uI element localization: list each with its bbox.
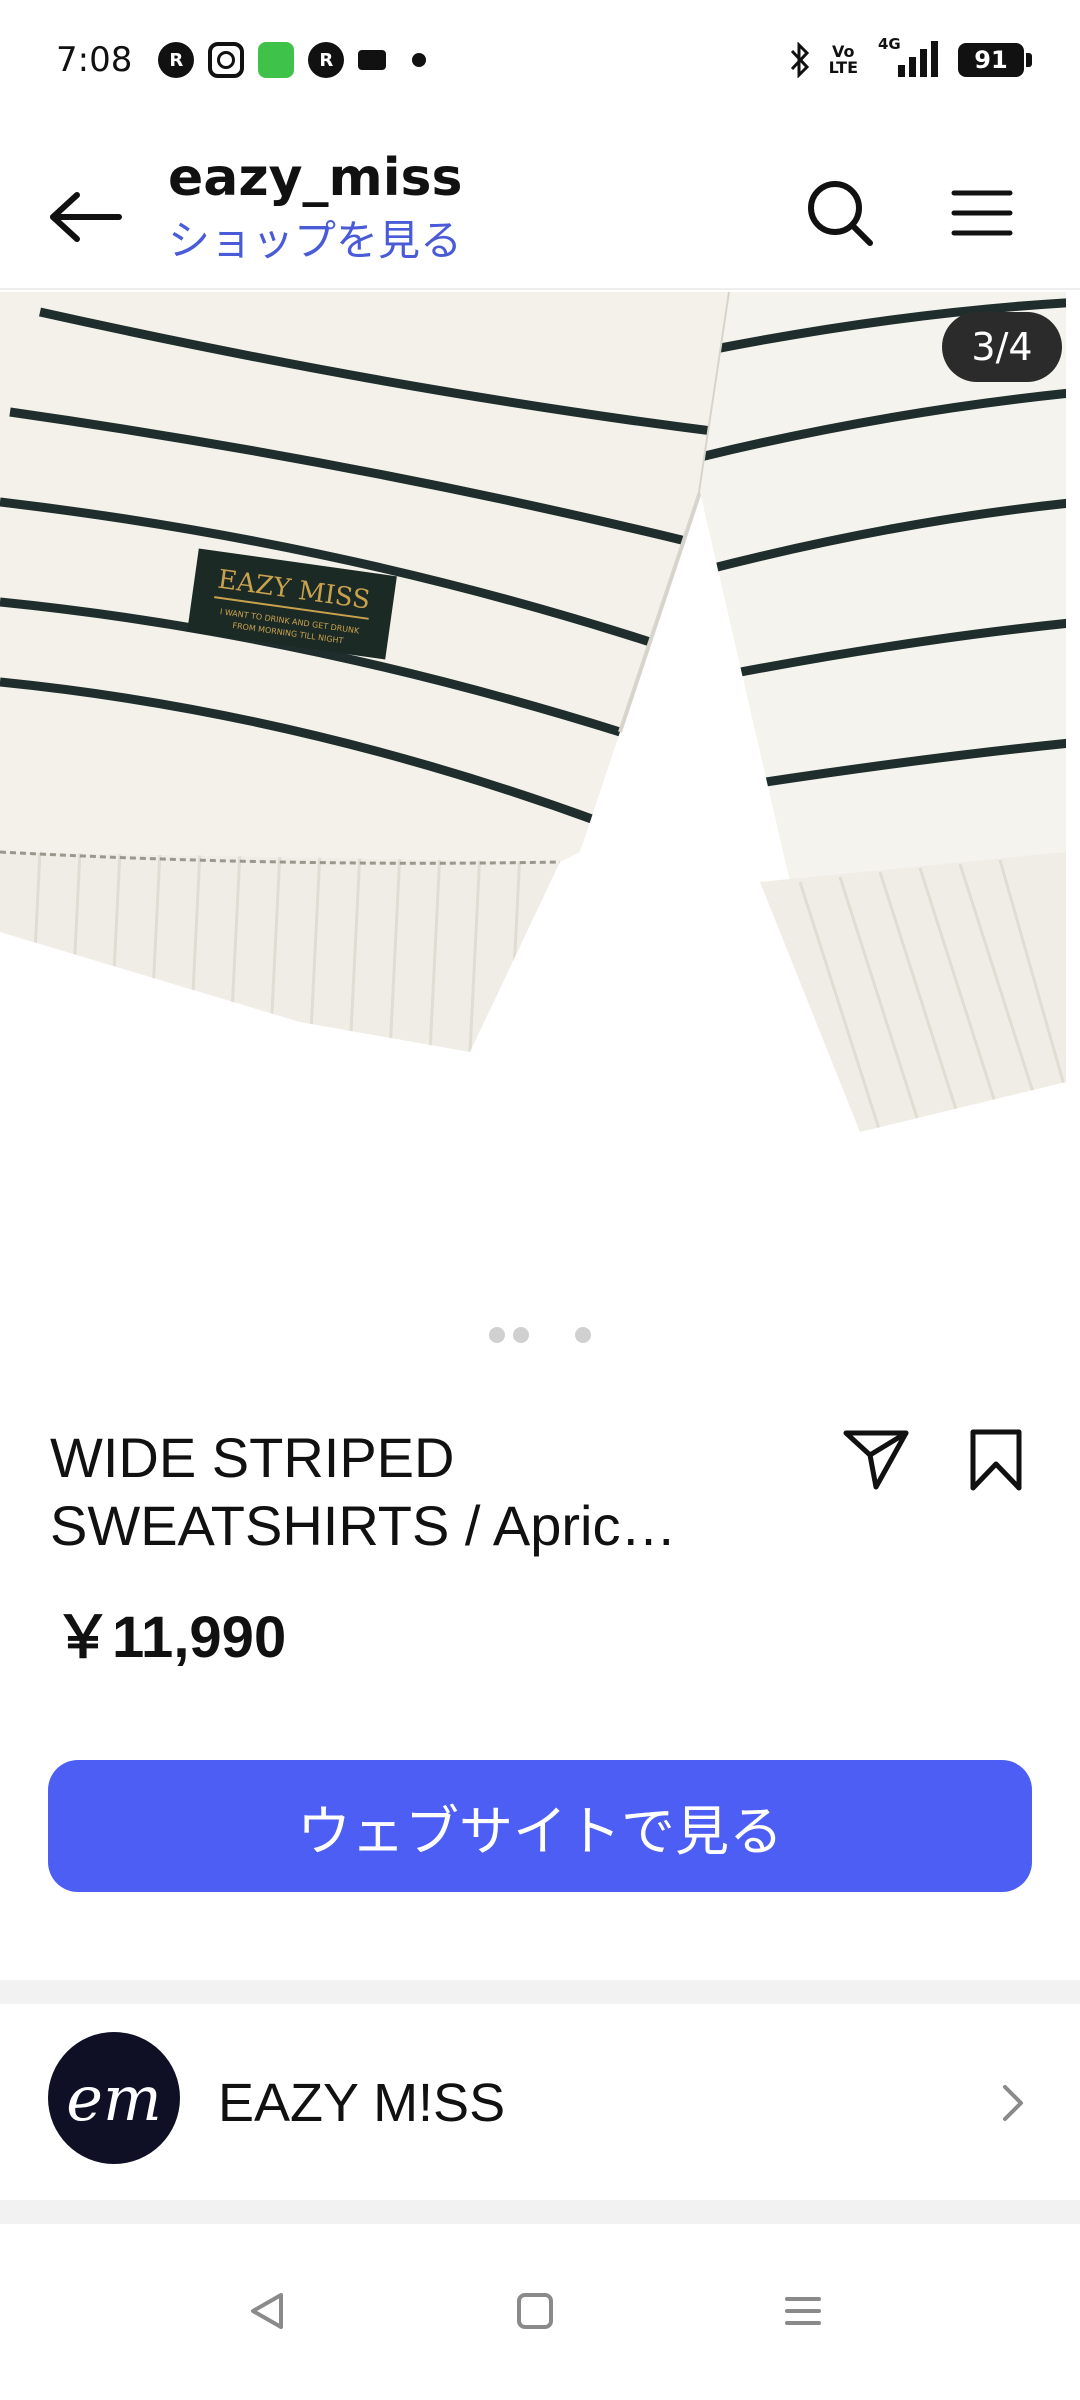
section-divider (0, 1980, 1080, 2004)
arrow-left-icon (50, 192, 122, 242)
section-divider (0, 2200, 1080, 2224)
shop-name: EAZY M!SS (218, 2073, 506, 2133)
product-image-carousel[interactable]: EAZY MISS I WANT TO DRINK AND GET DRUNK … (0, 292, 1080, 1292)
square-home-icon (517, 2293, 553, 2329)
bookmark-icon (970, 1429, 1022, 1491)
menu-button[interactable] (942, 168, 1022, 258)
account-name[interactable]: eazy_miss (168, 144, 462, 212)
pagination-dot (575, 1327, 591, 1343)
nav-home-button[interactable] (500, 2276, 570, 2346)
carousel-pagination (0, 1320, 1080, 1350)
chevron-right-icon (990, 2070, 1036, 2136)
rakuten-link-icon: R (158, 42, 195, 78)
account-block: eazy_miss ショップを見る (168, 144, 462, 270)
search-icon (808, 181, 873, 246)
status-indicators: Vo LTE 4G 91 (789, 35, 1032, 79)
network-type-label: 4G (878, 35, 901, 53)
paper-plane-icon (843, 1430, 909, 1490)
pagination-dot (513, 1327, 529, 1343)
instagram-icon (208, 42, 245, 78)
volte-label-bottom: LTE (828, 58, 858, 77)
product-price: ￥11,990 (54, 1605, 287, 1670)
pagination-dot (489, 1327, 505, 1343)
view-on-website-button[interactable]: ウェブサイトで見る (48, 1760, 1032, 1892)
share-button[interactable] (836, 1420, 916, 1500)
triangle-back-icon (251, 2293, 283, 2329)
bluetooth-icon (789, 42, 811, 78)
recents-menu-icon (785, 2297, 821, 2325)
status-time: 7:08 (56, 40, 133, 80)
nav-back-button[interactable] (232, 2276, 302, 2346)
shop-row[interactable]: em EAZY M!SS (0, 2004, 1080, 2200)
volte-indicator: Vo LTE (829, 44, 858, 76)
notification-icon (358, 50, 387, 70)
shop-avatar: em (48, 2032, 180, 2164)
system-navigation-bar (0, 2226, 1080, 2400)
save-button[interactable] (956, 1420, 1036, 1500)
nav-recents-button[interactable] (768, 2276, 838, 2346)
status-bar: 7:08 R R Vo LTE 4G 91 (0, 0, 1080, 120)
header: eazy_miss ショップを見る (0, 120, 1080, 290)
product-title: WIDE STRIPED SWEATSHIRTS / Apric… (50, 1426, 677, 1557)
signal-icon: 4G (876, 35, 940, 79)
green-app-icon (258, 42, 295, 78)
image-counter-badge: 3/4 (942, 312, 1062, 382)
product-photo: EAZY MISS I WANT TO DRINK AND GET DRUNK … (0, 292, 1066, 1132)
sweatshirt-cuff (760, 852, 1066, 1132)
back-button[interactable] (40, 172, 130, 262)
hamburger-menu-icon (951, 190, 1013, 236)
dot-icon (412, 53, 427, 67)
battery-indicator: 91 (958, 43, 1032, 77)
shop-link[interactable]: ショップを見る (168, 212, 462, 270)
search-button[interactable] (800, 168, 880, 258)
sweatshirt-hem (0, 852, 560, 1052)
rakuten-link-icon: R (308, 42, 345, 78)
